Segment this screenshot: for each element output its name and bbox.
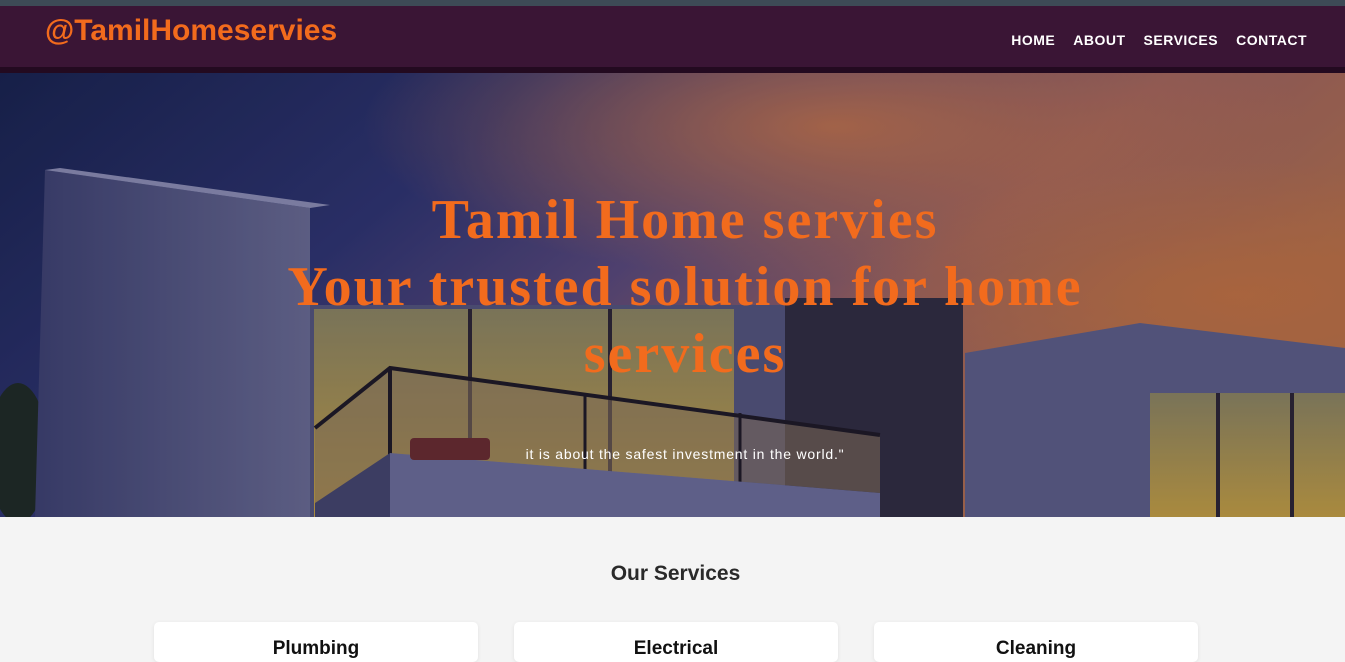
service-card-electrical[interactable]: Electrical xyxy=(514,622,838,662)
nav-link-about[interactable]: ABOUT xyxy=(1073,32,1125,48)
hero-subtitle: it is about the safest investment in the… xyxy=(525,446,845,462)
navbar: @TamilHomeservies HOME ABOUT SERVICES CO… xyxy=(0,6,1345,67)
hero-banner: Tamil Home servies Your trusted solution… xyxy=(0,73,1345,517)
nav-link-services[interactable]: SERVICES xyxy=(1144,32,1219,48)
service-card-title: Plumbing xyxy=(272,638,360,659)
nav-menu: HOME ABOUT SERVICES CONTACT xyxy=(1011,32,1307,48)
nav-link-contact[interactable]: CONTACT xyxy=(1236,32,1307,48)
service-card-title: Electrical xyxy=(633,638,719,659)
service-card-title: Cleaning xyxy=(995,638,1077,659)
services-heading: Our Services xyxy=(610,562,741,585)
hero-title-line2: Your trusted solution for home services xyxy=(287,256,1083,385)
hero-title-line1: Tamil Home servies xyxy=(431,189,939,251)
service-card-plumbing[interactable]: Plumbing xyxy=(154,622,478,662)
hero-title: Tamil Home servies Your trusted solution… xyxy=(180,187,1190,388)
nav-link-home[interactable]: HOME xyxy=(1011,32,1055,48)
service-card-cleaning[interactable]: Cleaning xyxy=(874,622,1198,662)
brand-logo[interactable]: @TamilHomeservies xyxy=(45,14,337,48)
